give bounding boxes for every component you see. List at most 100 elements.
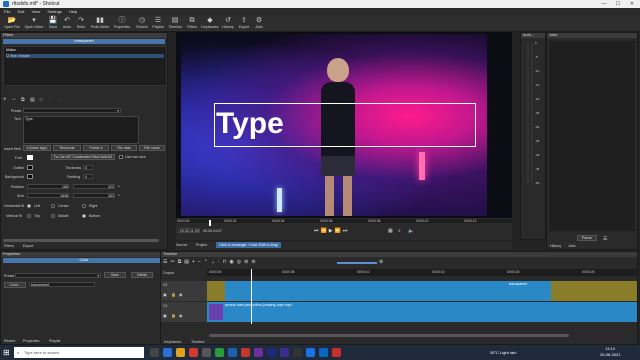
h-left-radio[interactable] <box>27 204 31 208</box>
size-keyframe-icon[interactable]: ◔ <box>117 193 120 199</box>
size-h-input[interactable]: 353 <box>73 193 115 198</box>
app-icon[interactable] <box>293 348 302 357</box>
clip-v1-video[interactable]: pexels-mart-production-jumping-rope.mp4 <box>207 302 637 322</box>
edge-icon[interactable] <box>163 348 172 357</box>
insert-file-date-button[interactable]: File date <box>111 145 137 151</box>
tab-playlist[interactable]: Playlist <box>49 339 60 343</box>
word-icon[interactable] <box>228 348 237 357</box>
preset-select[interactable]: ▾ <box>23 108 121 113</box>
background-color-swatch[interactable] <box>27 174 33 179</box>
position-x-input[interactable]: 166 <box>27 184 69 189</box>
shotcut-taskbar-icon[interactable] <box>306 348 315 357</box>
insert-timecode-button[interactable]: Timecode <box>53 145 81 151</box>
tab-project[interactable]: Project <box>196 243 207 247</box>
scrub-icon[interactable]: ◉ <box>229 259 236 265</box>
task-view-icon[interactable] <box>150 348 159 357</box>
tab-recent[interactable]: Recent <box>4 339 15 343</box>
eye-icon[interactable]: ◉ <box>179 292 183 297</box>
cut-icon[interactable]: ✂ <box>170 259 177 265</box>
clock-time[interactable]: 13:10 <box>605 346 615 351</box>
paste-icon[interactable]: ▤ <box>184 259 192 265</box>
timeline-ruler[interactable]: 00:00:00 00:00:05 00:00:10 00:00:15 00:0… <box>207 269 637 276</box>
zoom-out-icon[interactable]: ⊖ <box>251 259 258 265</box>
zoom-icon[interactable]: ⌕ <box>398 228 401 234</box>
filters-scrollbar[interactable] <box>3 239 159 242</box>
move-up-icon[interactable]: ⌃ <box>48 97 52 103</box>
app2-icon[interactable] <box>332 348 341 357</box>
v-middle-radio[interactable] <box>51 214 55 218</box>
close-button[interactable]: ✕ <box>625 0 639 8</box>
store-icon[interactable] <box>202 348 211 357</box>
tab-filters[interactable]: Filters <box>4 244 14 248</box>
jobs-button[interactable]: ⚙ Jobs <box>248 16 270 31</box>
tab-timeline[interactable]: Timeline <box>191 340 204 344</box>
filter-enabled-checkbox[interactable] <box>6 54 9 57</box>
vscode-icon[interactable] <box>319 348 328 357</box>
menu-view[interactable]: View <box>30 8 43 15</box>
insert-hash-button[interactable]: # (Hash sign) <box>23 145 51 151</box>
insert-frame-button[interactable]: Frame # <box>83 145 109 151</box>
filter-list-item[interactable]: Text: Simple <box>6 54 164 58</box>
weather-text[interactable]: 30°C Light rain <box>490 350 517 355</box>
after-effects-icon[interactable] <box>280 348 289 357</box>
menu-edit[interactable]: Edit <box>16 8 27 15</box>
tab-export[interactable]: Export <box>23 244 33 248</box>
zoom-in-icon[interactable]: ⊕ <box>379 259 383 265</box>
copy-filter-icon[interactable]: ⧉ <box>21 97 25 103</box>
clock-date[interactable]: 25-08-2021 <box>600 352 620 357</box>
lock-icon[interactable]: 🔒 <box>171 292 176 297</box>
properties-preset-select[interactable]: ▾ <box>15 273 101 278</box>
properties-delete-button[interactable]: Delete <box>131 272 153 278</box>
jobs-menu-icon[interactable]: ☰ <box>603 236 607 242</box>
current-timecode[interactable]: 00:00:11:09 <box>178 228 200 233</box>
size-w-input[interactable]: 1846 <box>27 193 69 198</box>
insert-file-name-button[interactable]: File name <box>139 145 165 151</box>
timeline-scrollbar[interactable] <box>209 334 569 337</box>
tab-history[interactable]: History <box>550 244 561 248</box>
zoom-slider[interactable] <box>337 262 377 264</box>
track-header-v2[interactable]: V2 ▣ 🔒 ◉ <box>161 281 207 301</box>
fast-forward-icon[interactable]: ⏩ <box>335 228 343 234</box>
video-viewer[interactable]: Type <box>176 32 512 218</box>
text-input[interactable]: Type <box>23 116 139 144</box>
h-right-radio[interactable] <box>82 204 86 208</box>
h-center-radio[interactable] <box>51 204 55 208</box>
tab-source[interactable]: Source <box>176 243 187 247</box>
rewind-icon[interactable]: ⏪ <box>321 228 329 234</box>
mute-icon[interactable]: ▣ <box>163 313 167 318</box>
minimize-button[interactable]: — <box>597 0 611 8</box>
paste-filter-icon[interactable]: ▤ <box>30 97 35 103</box>
file-explorer-icon[interactable] <box>176 348 185 357</box>
powerpoint-icon[interactable] <box>241 348 250 357</box>
track-header-v1[interactable]: V1 ▣ 🔒 ◉ <box>161 302 207 322</box>
color-button[interactable]: Color... <box>4 282 26 288</box>
properties-button[interactable]: ⓘ Properties <box>111 16 133 31</box>
padding-spinner[interactable]: 0 <box>83 174 93 179</box>
chrome-icon[interactable] <box>189 348 198 357</box>
jobs-pause-button[interactable]: Pause <box>577 235 597 241</box>
v-bottom-radio[interactable] <box>82 214 86 218</box>
open-file-button[interactable]: 📂 Open File <box>1 16 23 31</box>
add-filter-icon[interactable]: + <box>3 97 7 103</box>
timeline-playhead[interactable] <box>251 269 252 324</box>
position-y-input[interactable]: 422 <box>73 184 115 189</box>
excel-icon[interactable] <box>215 348 224 357</box>
viewer-ruler[interactable]: 00:00:00 00:00:02 00:00:04 00:00:06 00:0… <box>176 219 512 223</box>
use-font-size-checkbox[interactable] <box>119 155 123 159</box>
peak-meter-button[interactable]: ▮▮ Peak Meter <box>89 16 111 31</box>
lock-icon[interactable]: 🔒 <box>171 313 176 318</box>
photoshop-icon[interactable] <box>267 348 276 357</box>
color-value-field[interactable]: transparent <box>29 282 95 287</box>
viewer-playhead[interactable] <box>209 220 211 226</box>
menu-settings[interactable]: Settings <box>45 8 63 15</box>
menu-file[interactable]: File <box>2 8 12 15</box>
menu-help[interactable]: Help <box>67 8 79 15</box>
tab-jobs[interactable]: Jobs <box>568 244 576 248</box>
mute-icon[interactable]: ▣ <box>163 292 167 297</box>
volume-icon[interactable]: 🔈 <box>408 228 414 234</box>
eye-icon[interactable]: ◉ <box>179 313 183 318</box>
v-top-radio[interactable] <box>27 214 31 218</box>
clip-v2-end[interactable] <box>551 281 637 301</box>
taskbar-search[interactable]: ⌕ Type here to search <box>14 347 144 358</box>
position-keyframe-icon[interactable]: ◔ <box>117 184 120 190</box>
